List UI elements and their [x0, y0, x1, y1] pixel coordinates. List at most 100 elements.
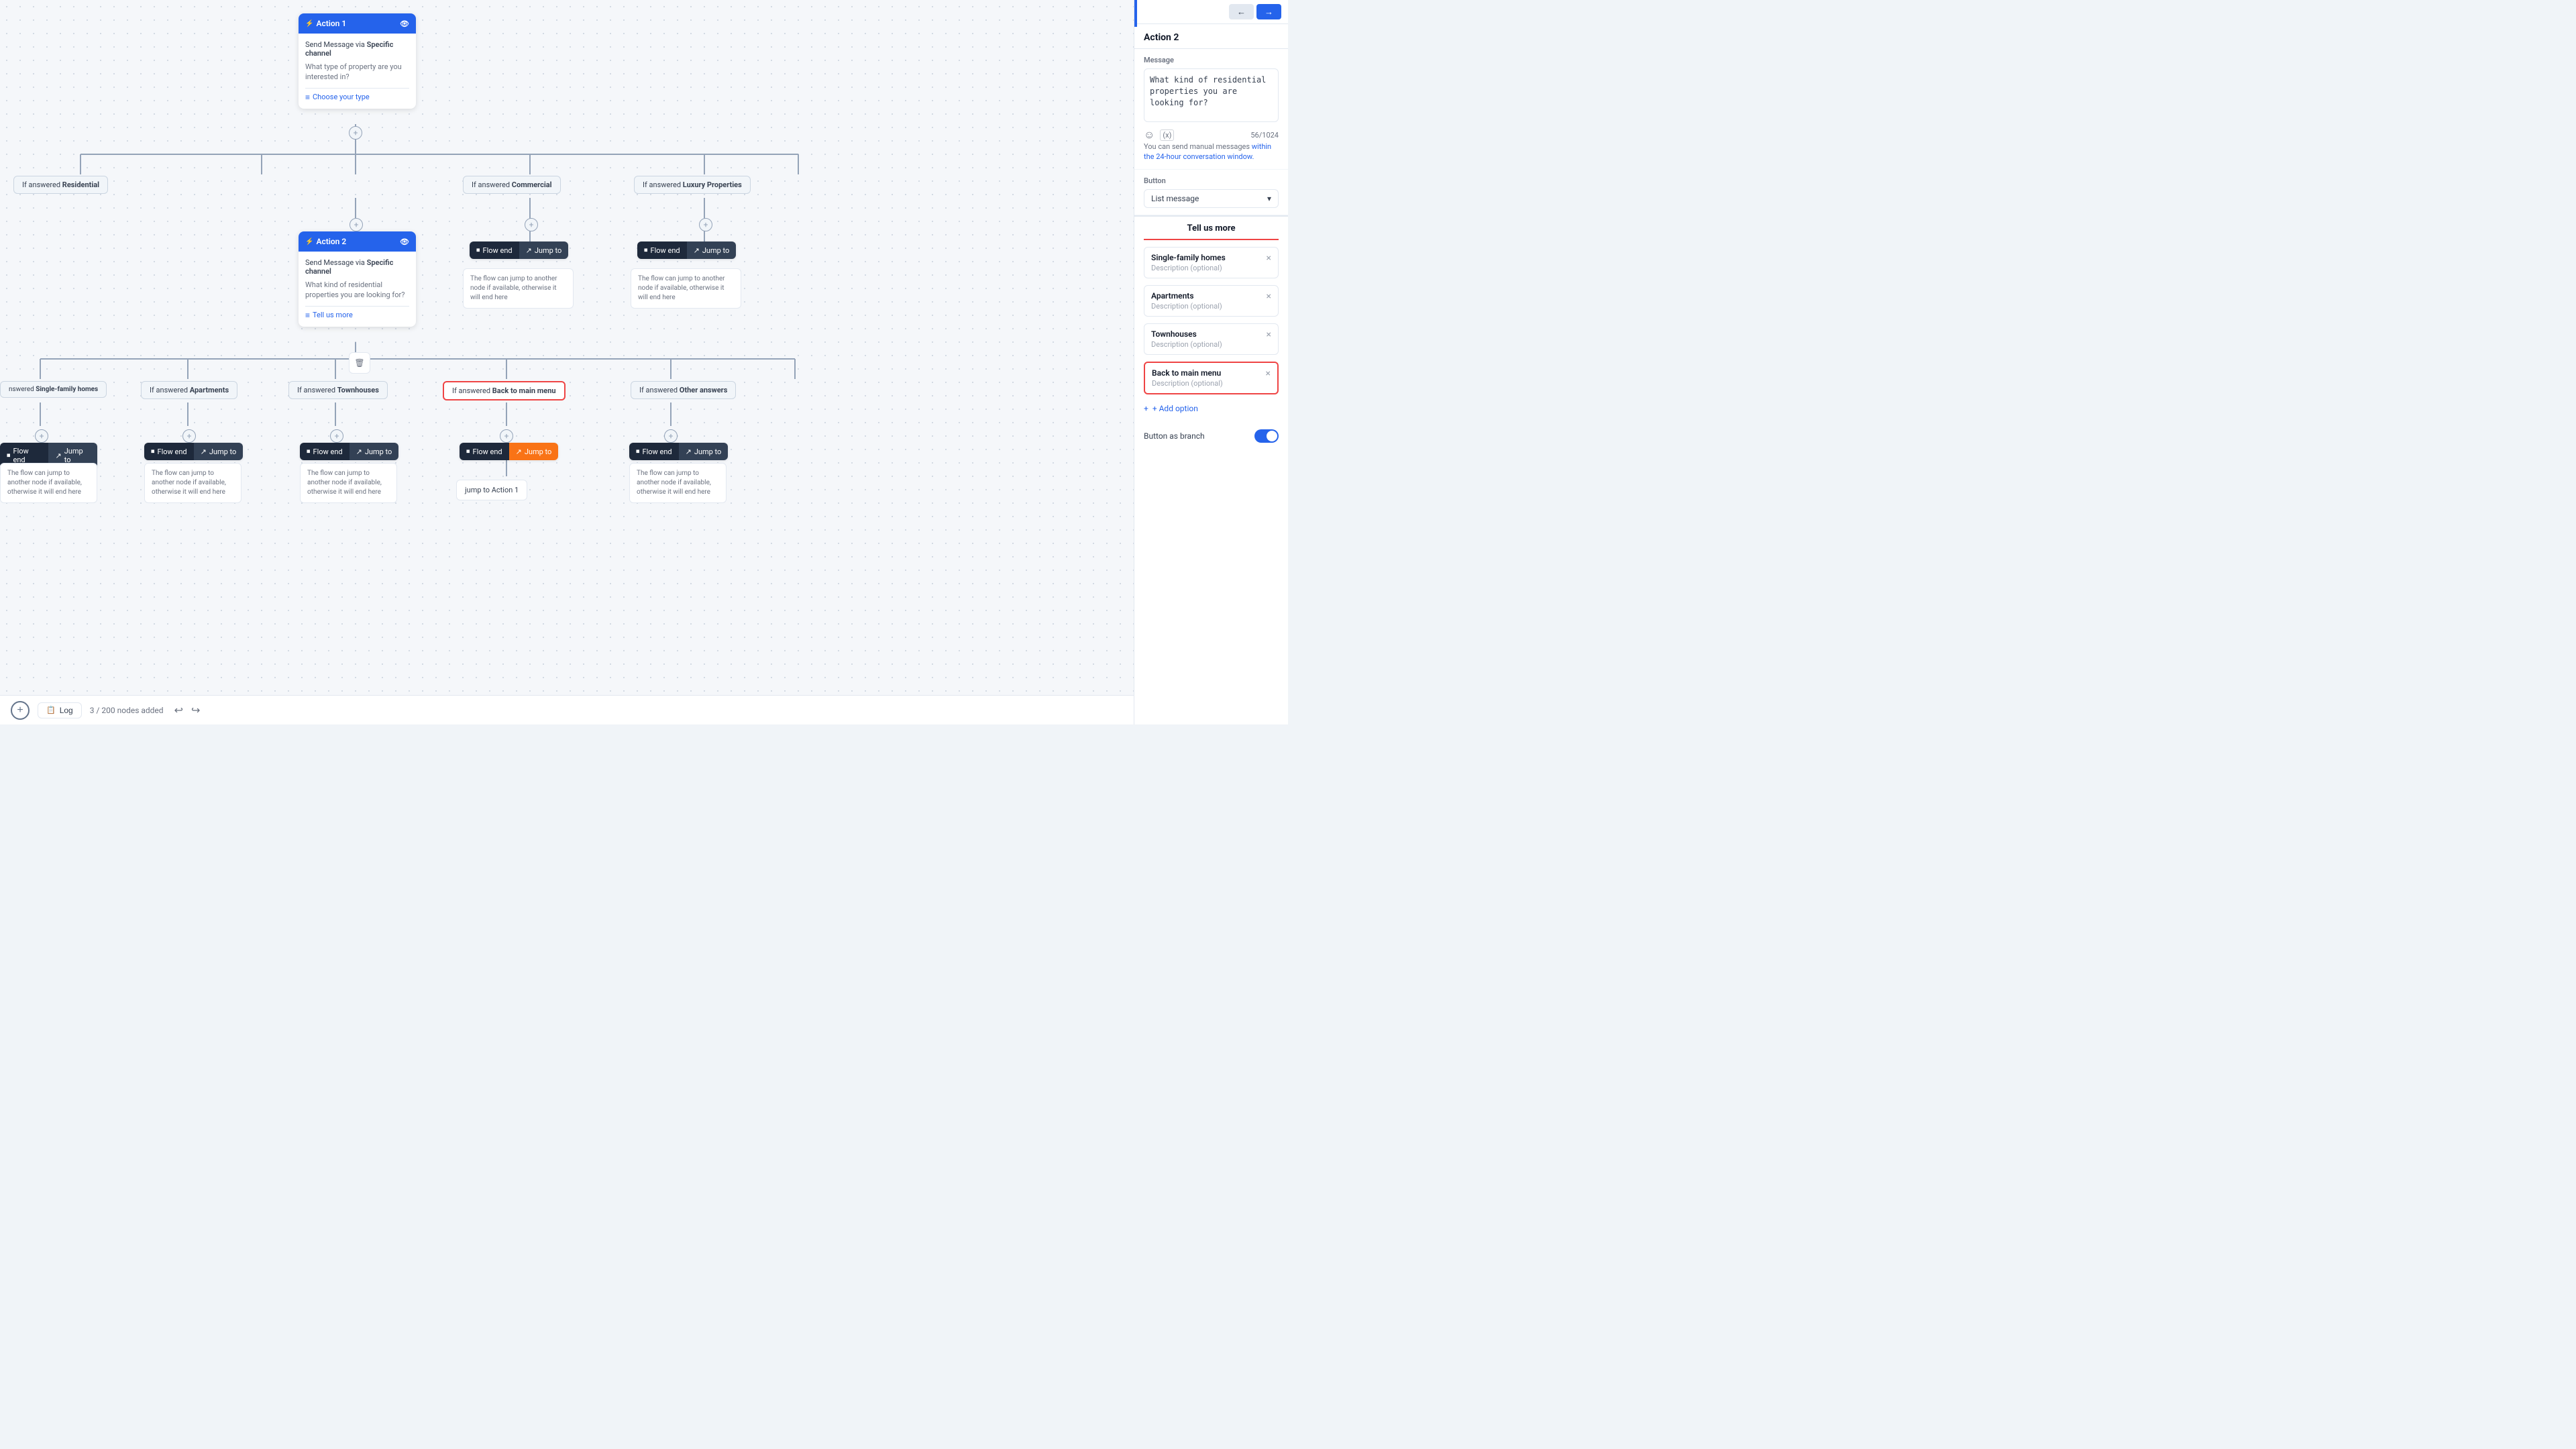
redo-button[interactable]: ↪	[189, 701, 203, 720]
condition-single-family: nswered Single-family homes	[0, 381, 107, 398]
emoji-icons: ☺ (x)	[1144, 128, 1174, 142]
add-node-btn-back[interactable]: +	[500, 429, 513, 443]
panel-forward-btn[interactable]: →	[1256, 4, 1281, 19]
smiley-icon[interactable]: ☺	[1144, 128, 1155, 142]
manual-msg-text: You can send manual messages within the …	[1144, 142, 1279, 162]
flow-end-label-comm: Flow end	[483, 246, 513, 255]
option-townhouses: Townhouses Description (optional) ×	[1144, 323, 1279, 355]
message-textarea[interactable]	[1144, 68, 1279, 122]
action2-header[interactable]: ⚡ Action 2 👁	[299, 231, 416, 252]
option-town-close[interactable]: ×	[1267, 329, 1271, 340]
end-icon-comm: ⏹	[476, 246, 480, 255]
branch-toggle[interactable]	[1254, 429, 1279, 443]
jump-to-label-apt: Jump to	[209, 447, 236, 456]
jump-to-btn-town[interactable]: ↗ Jump to	[350, 443, 399, 460]
jump-to-btn-comm[interactable]: ↗ Jump to	[519, 241, 569, 259]
flow-end-btn-back[interactable]: ⏹ Flow end	[460, 443, 509, 460]
jump-to-btn-other[interactable]: ↗ Jump to	[679, 443, 729, 460]
flow-end-jump-apt[interactable]: ⏹ Flow end ↗ Jump to	[144, 443, 243, 460]
add-node-toolbar-btn[interactable]: +	[11, 701, 30, 720]
undo-button[interactable]: ↩	[172, 701, 186, 720]
right-panel: ← → Action 2 Message ☺ (x) 56/1024 You c…	[1134, 0, 1288, 724]
jump-to-btn-apt[interactable]: ↗ Jump to	[194, 443, 244, 460]
jump-to-btn-back-active[interactable]: ↗ Jump to	[509, 443, 559, 460]
plus-icon-3: +	[529, 220, 534, 229]
message-label: Message	[1144, 56, 1279, 64]
flow-end-label-sf: Flow end	[13, 447, 42, 464]
add-node-btn-town[interactable]: +	[330, 429, 343, 443]
end-icon-town: ⏹	[307, 447, 311, 456]
action2-eye-icon[interactable]: 👁	[400, 237, 409, 246]
flow-end-btn-other[interactable]: ⏹ Flow end	[629, 443, 679, 460]
list-message-title: Tell us more	[1144, 223, 1279, 240]
flow-end-jump-luxury[interactable]: ⏹ Flow end ↗ Jump to	[637, 241, 736, 259]
jump-icon-sf: ↗	[55, 451, 61, 460]
option-back-main: Back to main menu Description (optional)…	[1144, 362, 1279, 394]
list-icon-2: ≡	[305, 311, 310, 320]
action2-send-msg: Send Message via Specific channel	[305, 258, 409, 276]
option-town-content: Townhouses Description (optional)	[1151, 329, 1261, 349]
add-option-plus-icon: +	[1144, 404, 1148, 413]
jump-to-btn-lux[interactable]: ↗ Jump to	[687, 241, 737, 259]
flow-end-btn-town[interactable]: ⏹ Flow end	[300, 443, 350, 460]
log-icon: 📋	[46, 706, 56, 714]
jump-to-action1-node: jump to Action 1	[456, 480, 527, 500]
delete-action2-btn[interactable]: 🗑	[349, 352, 370, 374]
add-option-btn[interactable]: + + Add option	[1144, 401, 1279, 416]
end-icon-apt: ⏹	[151, 447, 155, 456]
option-back-content: Back to main menu Description (optional)	[1152, 368, 1260, 388]
branch-label: Button as branch	[1144, 431, 1205, 441]
add-node-btn-1[interactable]: +	[349, 126, 362, 140]
flow-end-btn-apt[interactable]: ⏹ Flow end	[144, 443, 194, 460]
flow-end-jump-town[interactable]: ⏹ Flow end ↗ Jump to	[300, 443, 398, 460]
flow-end-desc-town: The flow can jump to another node if ava…	[300, 463, 397, 503]
action1-button[interactable]: ≡ Choose your type	[305, 88, 409, 102]
flow-end-btn-comm[interactable]: ⏹ Flow end	[470, 241, 519, 259]
log-button[interactable]: 📋 Log	[38, 702, 82, 718]
flow-end-label-town: Flow end	[313, 447, 343, 456]
variable-icon[interactable]: (x)	[1160, 129, 1174, 141]
option-sf-close[interactable]: ×	[1267, 253, 1271, 264]
list-icon: ≡	[305, 93, 310, 102]
button-dropdown[interactable]: List message ▾	[1144, 189, 1279, 208]
action2-title-group: ⚡ Action 2	[305, 237, 346, 246]
bottom-toolbar: + 📋 Log 3 / 200 nodes added ↩ ↪	[0, 695, 1134, 724]
action1-eye-icon[interactable]: 👁	[400, 19, 409, 28]
option-sf-content: Single-family homes Description (optiona…	[1151, 253, 1261, 272]
log-label: Log	[60, 706, 73, 715]
action2-node[interactable]: ⚡ Action 2 👁 Send Message via Specific c…	[299, 231, 416, 327]
add-node-btn-action2[interactable]: +	[350, 218, 363, 231]
message-section: Message ☺ (x) 56/1024 You can send manua…	[1134, 49, 1288, 170]
action1-node[interactable]: ⚡ Action 1 👁 Send Message via Specific c…	[299, 13, 416, 109]
option-apt-close[interactable]: ×	[1267, 291, 1271, 302]
add-node-btn-sf[interactable]: +	[35, 429, 48, 443]
flow-end-desc-other: The flow can jump to another node if ava…	[629, 463, 727, 503]
add-node-btn-apt[interactable]: +	[182, 429, 196, 443]
condition-residential: If answered Residential	[13, 176, 108, 194]
action1-header[interactable]: ⚡ Action 1 👁	[299, 13, 416, 34]
plus-icon: +	[354, 128, 358, 138]
flow-end-label-lux: Flow end	[651, 246, 680, 255]
plus-icon-2: +	[354, 220, 359, 229]
add-node-btn-other[interactable]: +	[664, 429, 678, 443]
condition-back-main: If answered Back to main menu	[443, 381, 566, 400]
nodes-count: 3 / 200 nodes added	[90, 706, 164, 715]
add-option-label: + Add option	[1152, 404, 1198, 413]
flow-end-jump-back[interactable]: ⏹ Flow end ↗ Jump to	[460, 443, 558, 460]
lightning-icon-2: ⚡	[305, 238, 313, 246]
flow-end-btn-lux[interactable]: ⏹ Flow end	[637, 241, 687, 259]
button-section: Button List message ▾	[1134, 170, 1288, 215]
flow-end-jump-other[interactable]: ⏹ Flow end ↗ Jump to	[629, 443, 728, 460]
action2-button[interactable]: ≡ Tell us more	[305, 306, 409, 320]
add-node-btn-comm[interactable]: +	[525, 218, 538, 231]
end-icon-sf: ⏹	[7, 451, 11, 460]
jump-to-label-town: Jump to	[365, 447, 392, 456]
panel-back-btn[interactable]: ←	[1229, 4, 1254, 19]
via-label: via	[356, 40, 365, 49]
plus-icon-back: +	[504, 431, 509, 441]
flow-end-jump-commercial[interactable]: ⏹ Flow end ↗ Jump to	[470, 241, 568, 259]
char-count: 56/1024	[1250, 131, 1279, 140]
action1-send-msg: Send Message via Specific channel	[305, 40, 409, 58]
option-back-close[interactable]: ×	[1266, 368, 1271, 379]
add-node-btn-lux[interactable]: +	[699, 218, 712, 231]
